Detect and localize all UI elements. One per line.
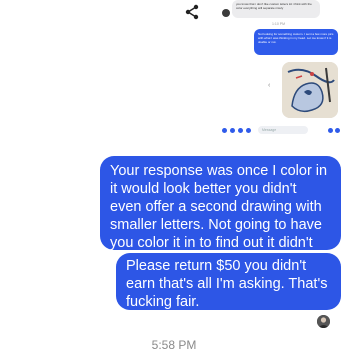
tattoo-photo-icon [282, 62, 338, 118]
read-receipt-avatar [317, 315, 330, 328]
quoted-sent-text: Not looking for something custom. I sent… [258, 32, 334, 44]
apps-icon [222, 127, 227, 133]
share-icon [185, 4, 199, 20]
avatar [222, 9, 230, 17]
user-avatar-icon [317, 315, 330, 328]
quoted-sent-bubble: Not looking for something custom. I sent… [254, 29, 338, 55]
share-button[interactable] [176, 0, 208, 24]
mic-icon [246, 127, 251, 133]
quoted-message-input: Message [258, 126, 308, 134]
camera-icon [230, 127, 235, 133]
quoted-time: 1:10 PM [272, 22, 286, 26]
message-bubble[interactable]: Your response was once I color in it wou… [100, 156, 341, 269]
quoted-composer: Message [222, 124, 340, 136]
message-bubble[interactable]: Please return $50 you didn't earn that's… [116, 253, 341, 310]
gallery-icon [238, 127, 243, 133]
quoted-received-bubble: you know that i don't like custom letter… [232, 0, 320, 18]
like-icon [335, 127, 340, 133]
message-text: Please return $50 you didn't earn that's… [126, 258, 328, 310]
message-timestamp: 5:58 PM [151, 338, 197, 352]
emoji-icon [328, 127, 333, 133]
quoted-photo[interactable] [282, 62, 338, 118]
quoted-received-text: you know that i don't like custom letter… [236, 2, 312, 10]
reply-arrow-icon: ‹ [268, 82, 271, 89]
